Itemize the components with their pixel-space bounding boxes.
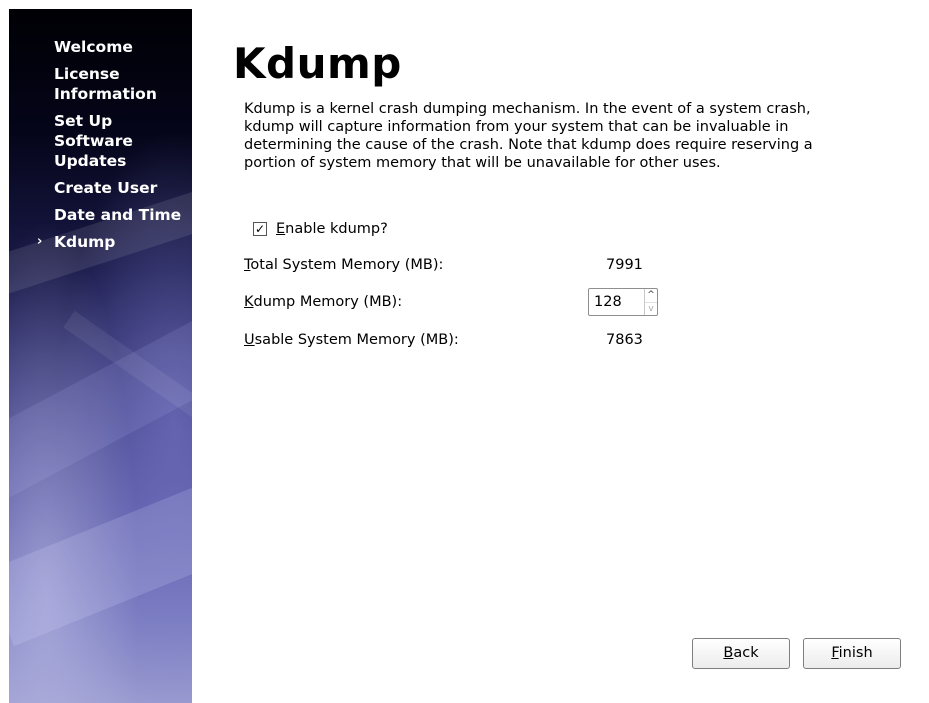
usable-memory-label: Usable System Memory (MB): [244,332,459,348]
page-title: Kdump [233,39,402,88]
kdump-memory-spinner[interactable]: ^ v [588,288,658,316]
enable-kdump-checkbox[interactable]: ✓ [253,222,267,236]
sidebar-item-label: License Information [54,65,157,103]
total-memory-value: 7991 [606,257,643,273]
sidebar-item-label: Welcome [54,38,133,56]
enable-kdump-row[interactable]: ✓ Enable kdump? [253,220,388,238]
sidebar-item-label: Kdump [54,233,116,251]
sidebar-item-welcome[interactable]: Welcome [9,37,192,57]
current-step-arrow-icon: › [37,234,43,249]
sidebar-item-date-and-time[interactable]: Date and Time [9,205,192,225]
sidebar-item-create-user[interactable]: Create User [9,178,192,198]
usable-memory-value: 7863 [606,332,643,348]
page-description: Kdump is a kernel crash dumping mechanis… [244,101,813,171]
enable-kdump-label[interactable]: Enable kdump? [276,220,388,238]
increment-arrow-icon[interactable]: ^ [645,289,657,302]
finish-button[interactable]: Finish [803,638,901,669]
sidebar-item-label: Date and Time [54,206,182,224]
sidebar-decoration [9,474,192,647]
sidebar-nav: Welcome License Information Set Up Softw… [9,37,192,259]
kdump-memory-label: Kdump Memory (MB): [244,294,403,310]
total-memory-label: Total System Memory (MB): [244,257,444,273]
spinner-buttons: ^ v [644,289,657,315]
sidebar-item-license-information[interactable]: License Information [9,64,192,104]
back-button[interactable]: Back [692,638,790,669]
sidebar-item-label: Create User [54,179,158,197]
sidebar-item-label: Set Up Software Updates [54,112,133,170]
decrement-arrow-icon[interactable]: v [645,302,657,316]
sidebar-item-set-up-software-updates[interactable]: Set Up Software Updates [9,111,192,171]
sidebar-item-kdump[interactable]: › Kdump [9,232,192,252]
sidebar: Welcome License Information Set Up Softw… [9,9,192,703]
kdump-memory-input[interactable] [589,289,644,315]
